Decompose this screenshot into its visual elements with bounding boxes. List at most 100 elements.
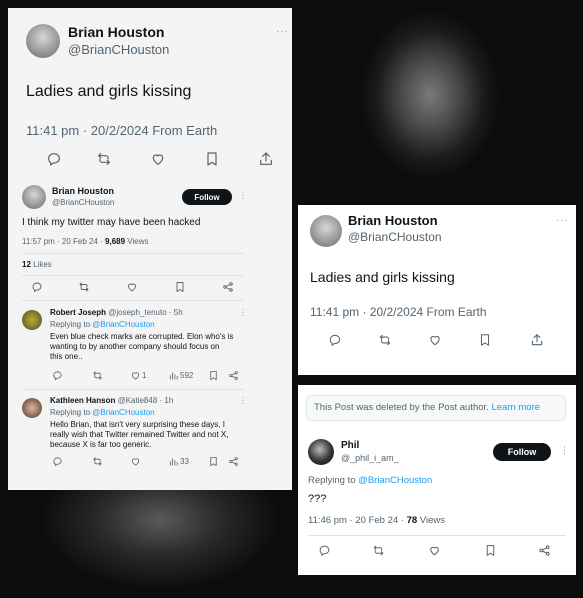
- reply-icon[interactable]: [31, 281, 43, 293]
- author-handle[interactable]: @_phil_i_am_: [341, 453, 399, 463]
- reply-icon[interactable]: [318, 544, 331, 557]
- bookmark-icon[interactable]: [484, 544, 497, 557]
- reply-text: Even blue check marks are corrupted. Elo…: [50, 332, 233, 362]
- reply-author-name[interactable]: Robert Joseph: [50, 308, 106, 317]
- more-icon[interactable]: ⋮: [239, 191, 248, 200]
- retweet-icon[interactable]: [78, 281, 90, 293]
- reply-meta: @joseph_tenuto · 5h: [108, 308, 183, 317]
- likes-label: Likes: [30, 260, 52, 269]
- learn-more-link[interactable]: Learn more: [491, 402, 540, 413]
- avatar[interactable]: [308, 439, 334, 465]
- tweet-timestamp: 11:41 pm · 20/2/2024 From Earth: [26, 123, 218, 138]
- reply-text-line: wanting to by another company should foc…: [50, 342, 220, 351]
- replying-prefix: Replying to: [50, 320, 93, 329]
- bookmark-icon[interactable]: [174, 281, 186, 293]
- tweet-screenshot-right-top: Brian Houston @BrianCHouston ··· Ladies …: [298, 205, 576, 375]
- more-icon[interactable]: ⋮: [239, 396, 248, 405]
- author-handle[interactable]: @BrianCHouston: [52, 198, 114, 207]
- divider: [22, 275, 244, 276]
- bookmark-icon[interactable]: [208, 456, 219, 467]
- share-icon[interactable]: [228, 370, 239, 381]
- likes-summary[interactable]: 12 Likes: [22, 260, 52, 269]
- tweet-timestamp: 11:57 pm · 20 Feb 24 ·: [22, 237, 106, 246]
- author-handle[interactable]: @BrianCHouston: [348, 230, 442, 244]
- like-icon[interactable]: [428, 333, 442, 347]
- more-icon[interactable]: ⋮: [239, 308, 248, 317]
- more-icon[interactable]: ⋮: [560, 445, 570, 456]
- follow-button[interactable]: Follow: [493, 443, 551, 461]
- avatar[interactable]: [22, 185, 46, 209]
- like-icon[interactable]: [130, 370, 141, 381]
- retweet-icon[interactable]: [92, 456, 103, 467]
- tweet-timestamp: 11:41 pm · 20/2/2024 From Earth: [310, 305, 487, 319]
- tweet-meta: 11:46 pm · 20 Feb 24 · 78 Views: [308, 515, 445, 526]
- author-name[interactable]: Brian Houston: [348, 213, 438, 228]
- bookmark-icon[interactable]: [204, 151, 220, 167]
- views-icon[interactable]: [168, 456, 179, 467]
- replying-to: Replying to @BrianCHouston: [50, 320, 155, 329]
- views-label: Views: [417, 515, 445, 526]
- deleted-message: This Post was deleted by the Post author…: [314, 402, 489, 413]
- like-icon[interactable]: [130, 456, 141, 467]
- share-icon[interactable]: [258, 151, 274, 167]
- reply-icon[interactable]: [328, 333, 342, 347]
- reply-text-line: Hello Brian, that isn't very surprising …: [50, 420, 225, 429]
- bookmark-icon[interactable]: [478, 333, 492, 347]
- background-photo-lower: [30, 480, 290, 598]
- share-icon[interactable]: [228, 456, 239, 467]
- replying-prefix: Replying to: [308, 475, 359, 486]
- replying-handle-link[interactable]: @BrianCHouston: [92, 408, 154, 417]
- avatar[interactable]: [22, 398, 42, 418]
- views-count: 33: [180, 457, 189, 466]
- views-count: 78: [406, 515, 418, 526]
- views-count: 592: [180, 371, 194, 380]
- views-label: Views: [125, 237, 149, 246]
- retweet-icon[interactable]: [96, 151, 112, 167]
- retweet-icon[interactable]: [378, 333, 392, 347]
- like-icon[interactable]: [150, 151, 166, 167]
- like-count: 1: [142, 371, 147, 380]
- replying-prefix: Replying to: [50, 408, 93, 417]
- background-photo: [300, 0, 583, 210]
- reply-author-name[interactable]: Kathleen Hanson: [50, 396, 115, 405]
- reply-text-line: because X is far too generic.: [50, 440, 152, 449]
- retweet-icon[interactable]: [92, 370, 103, 381]
- share-icon[interactable]: [530, 333, 544, 347]
- views-icon[interactable]: [168, 370, 179, 381]
- more-icon[interactable]: ···: [276, 26, 289, 37]
- like-icon[interactable]: [126, 281, 138, 293]
- tweet-text: I think my twitter may have been hacked: [22, 217, 201, 228]
- views-count: 9,689: [105, 237, 126, 246]
- more-icon[interactable]: ···: [556, 215, 569, 226]
- divider: [22, 253, 244, 254]
- reply-icon[interactable]: [52, 456, 63, 467]
- replying-to: Replying to @BrianCHouston: [50, 408, 155, 417]
- reply-header: Kathleen Hanson @Katie848 · 1h: [50, 396, 173, 405]
- replying-to: Replying to @BrianCHouston: [308, 475, 432, 486]
- bookmark-icon[interactable]: [208, 370, 219, 381]
- like-icon[interactable]: [428, 544, 441, 557]
- reply-text-line: Even blue check marks are corrupted. Elo…: [50, 332, 234, 341]
- reply-icon[interactable]: [52, 370, 63, 381]
- tweet-meta: 11:57 pm · 20 Feb 24 · 9,689 Views: [22, 237, 148, 246]
- tweet-text: Ladies and girls kissing: [310, 269, 455, 285]
- share-icon[interactable]: [538, 544, 551, 557]
- retweet-icon[interactable]: [372, 544, 385, 557]
- reply-icon[interactable]: [46, 151, 62, 167]
- author-name[interactable]: Brian Houston: [68, 24, 164, 40]
- share-icon[interactable]: [222, 281, 234, 293]
- avatar[interactable]: [22, 310, 42, 330]
- tweet-text: ???: [308, 493, 327, 505]
- avatar[interactable]: [26, 24, 60, 58]
- replying-handle-link[interactable]: @BrianCHouston: [358, 475, 432, 486]
- divider: [308, 535, 566, 536]
- replying-handle-link[interactable]: @BrianCHouston: [92, 320, 154, 329]
- divider: [22, 389, 244, 390]
- reply-text-line: this one..: [50, 352, 83, 361]
- author-handle[interactable]: @BrianCHouston: [68, 42, 169, 57]
- follow-button[interactable]: Follow: [182, 189, 232, 205]
- tweet-text: Ladies and girls kissing: [26, 83, 192, 100]
- avatar[interactable]: [310, 215, 342, 247]
- author-name[interactable]: Brian Houston: [52, 186, 114, 196]
- author-name[interactable]: Phil: [341, 440, 359, 451]
